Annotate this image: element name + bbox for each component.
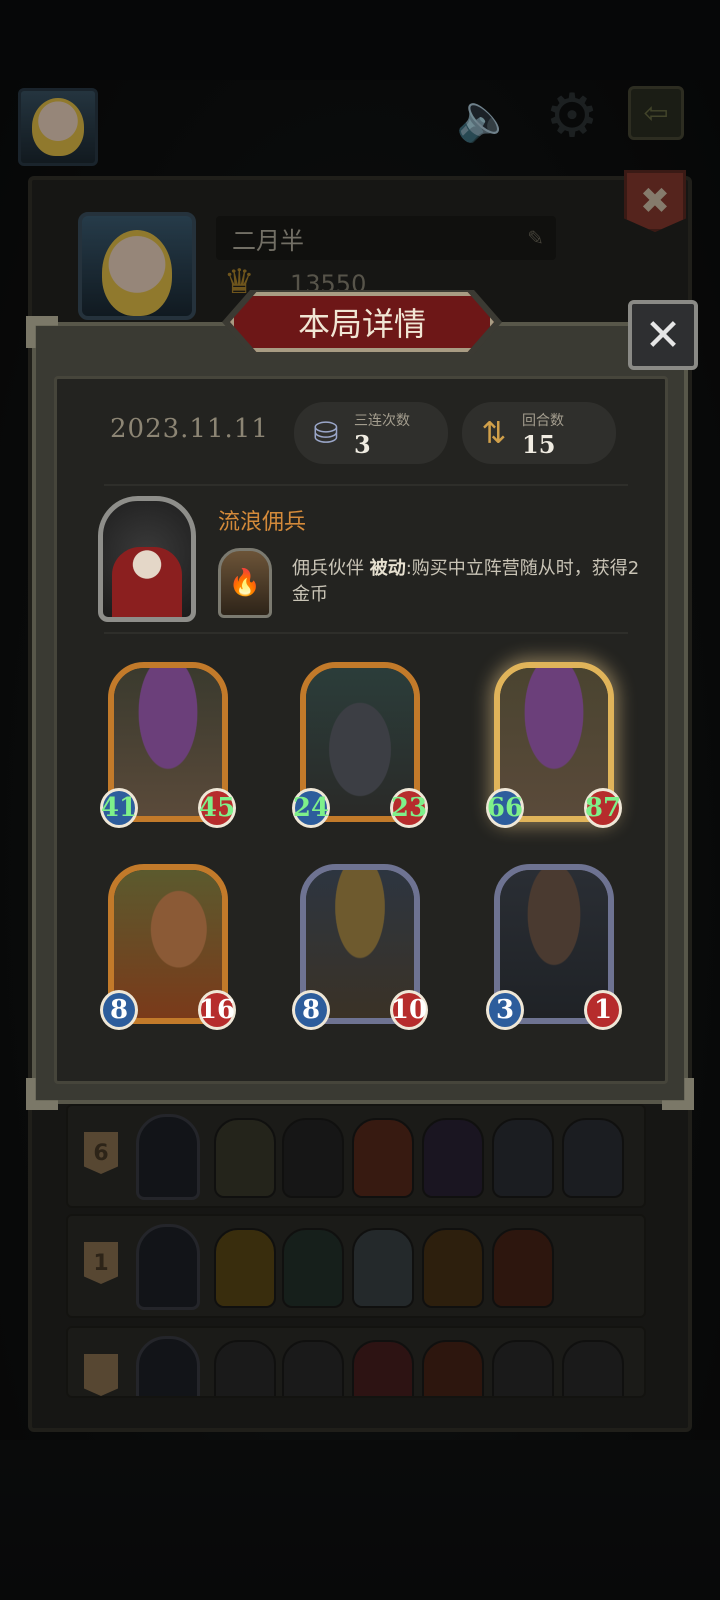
minion-health: 16 — [198, 990, 236, 1030]
minion-card-box-golem[interactable]: 31 — [486, 864, 622, 1030]
match-date: 2023.11.11 — [110, 414, 269, 444]
hero-portrait — [98, 496, 196, 622]
minion-card-witch[interactable]: 8 10 — [292, 864, 428, 1030]
stat-label: 三连次数 — [354, 413, 410, 429]
minion-attack: 8 — [100, 990, 138, 1030]
minion-health: 87 — [584, 788, 622, 828]
minion-attack: 66 — [486, 788, 524, 828]
minion-health: 23 — [390, 788, 428, 828]
stat-value: 3 — [354, 430, 371, 459]
stat-label: 回合数 — [522, 413, 564, 429]
game-screen: 🔈 ⚙ ⇦ ✖ 二月半 ✎ ♛ 13550 6 1 本局详情 ✕ 2023.11… — [0, 0, 720, 1600]
minion-attack: 8 — [292, 990, 330, 1030]
skill-name: 佣兵伙伴 — [292, 558, 370, 579]
minion-card-panther[interactable]: 24 23 — [292, 662, 428, 828]
minion-health: 45 — [198, 788, 236, 828]
minion-attack: 41 — [100, 788, 138, 828]
dialog-title: 本局详情 — [230, 292, 494, 352]
minion-attack: 3 — [486, 990, 524, 1030]
hero-figure — [112, 547, 182, 617]
triple-count-stat: ⛁ 三连次数 3 — [294, 402, 448, 464]
hero-name: 流浪佣兵 — [218, 510, 307, 535]
skill-keyword: 被动 — [369, 558, 406, 579]
close-icon[interactable]: ✕ — [628, 300, 698, 370]
hero-skill-description: 佣兵伙伴 被动:购买中立阵营随从时，获得2金币 — [292, 556, 652, 608]
minion-health: 10 — [390, 990, 428, 1030]
hero-skill-icon[interactable]: 🔥 — [218, 548, 272, 618]
divider — [104, 632, 628, 634]
round-arrows-icon: ⇅ — [481, 415, 507, 451]
minion-card-mushroom-golden[interactable]: 66 87 — [486, 662, 622, 828]
triple-units-icon: ⛁ — [313, 415, 339, 451]
minion-card-flower-girl[interactable]: 8 16 — [100, 864, 236, 1030]
minion-health: 1 — [584, 990, 622, 1030]
round-count-stat: ⇅ 回合数 15 — [462, 402, 616, 464]
minion-attack: 24 — [292, 788, 330, 828]
divider — [104, 484, 628, 486]
stat-value: 15 — [522, 430, 556, 459]
minion-card-mushroom[interactable]: 41 45 — [100, 662, 236, 828]
